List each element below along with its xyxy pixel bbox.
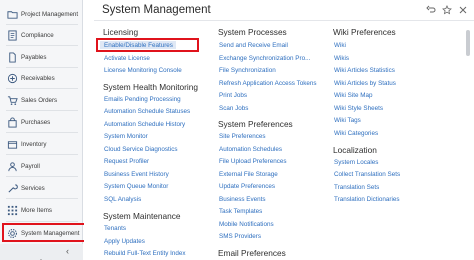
sidebar-divider	[6, 176, 78, 177]
link-scan-jobs[interactable]: Scan Jobs	[219, 105, 248, 112]
link-update-preferences[interactable]: Update Preferences	[219, 183, 275, 190]
sidebar-item-purchases[interactable]: Purchases	[0, 112, 83, 132]
link-wiki-site-map[interactable]: Wiki Site Map	[334, 92, 373, 99]
sidebar-divider	[6, 110, 78, 111]
box-icon	[7, 139, 18, 150]
link-automation-schedules[interactable]: Automation Schedules	[219, 146, 282, 153]
link-file-upload-preferences[interactable]: File Upload Preferences	[219, 158, 287, 165]
group-title-email-preferences: Email Preferences	[218, 248, 286, 258]
sidebar-item-label: More Items	[21, 206, 52, 214]
sidebar-divider	[6, 45, 78, 46]
link-site-preferences[interactable]: Site Preferences	[219, 133, 266, 140]
sidebar-item-label: Purchases	[21, 118, 51, 126]
sidebar-item-label: Inventory	[21, 140, 47, 148]
link-exchange-synchronization[interactable]: Exchange Synchronization Pro...	[219, 55, 310, 62]
link-automation-schedule-history[interactable]: Automation Schedule History	[104, 121, 185, 128]
link-external-file-storage[interactable]: External File Storage	[219, 171, 278, 178]
group-title-licensing: Licensing	[103, 27, 139, 37]
undo-icon[interactable]	[426, 5, 436, 15]
sidebar-divider	[6, 154, 78, 155]
close-icon[interactable]	[458, 5, 468, 15]
document-icon	[7, 29, 18, 41]
collapse-sidebar-button[interactable]: ‹	[66, 246, 69, 256]
link-automation-schedule-statuses[interactable]: Automation Schedule Statuses	[104, 108, 190, 115]
header-actions	[426, 5, 468, 15]
page-title: System Management	[102, 4, 211, 16]
link-apply-updates[interactable]: Apply Updates	[104, 238, 145, 245]
link-send-and-receive-email[interactable]: Send and Receive Email	[219, 42, 288, 49]
highlight-box-system-management	[2, 223, 86, 242]
link-translation-dictionaries[interactable]: Translation Dictionaries	[334, 196, 400, 203]
sidebar-item-label: Payables	[21, 53, 47, 61]
link-activate-license[interactable]: Activate License	[104, 55, 150, 62]
plus-circle-icon	[7, 73, 18, 84]
link-wiki-articles-by-status[interactable]: Wiki Articles by Status	[334, 80, 396, 87]
link-wiki-articles-statistics[interactable]: Wiki Articles Statistics	[334, 67, 395, 74]
sidebar: Project Management Compliance Payables R…	[0, 0, 83, 260]
link-system-locales[interactable]: System Locales	[334, 159, 378, 166]
link-system-queue-monitor[interactable]: System Queue Monitor	[104, 183, 168, 190]
sidebar-divider	[6, 198, 78, 199]
sidebar-item-sales-orders[interactable]: Sales Orders	[0, 90, 83, 110]
sidebar-item-project-management[interactable]: Project Management	[0, 4, 83, 24]
sidebar-item-label: Services	[21, 184, 45, 192]
link-wiki-categories[interactable]: Wiki Categories	[334, 130, 378, 137]
star-icon[interactable]	[442, 5, 452, 15]
sidebar-item-label: Sales Orders	[21, 96, 58, 104]
link-business-event-history[interactable]: Business Event History	[104, 171, 169, 178]
link-cloud-service-diagnostics[interactable]: Cloud Service Diagnostics	[104, 146, 178, 153]
group-title-system-maintenance: System Maintenance	[103, 211, 181, 221]
link-system-monitor[interactable]: System Monitor	[104, 133, 148, 140]
sidebar-item-label: Compliance	[21, 31, 54, 39]
group-title-localization: Localization	[333, 145, 377, 155]
file-icon	[7, 51, 18, 63]
bag-icon	[7, 116, 18, 128]
link-print-jobs[interactable]: Print Jobs	[219, 92, 247, 99]
sidebar-item-payroll[interactable]: Payroll	[0, 156, 83, 176]
resize-grip-icon[interactable]	[40, 252, 42, 260]
folder-icon	[7, 9, 18, 20]
sidebar-divider	[6, 221, 78, 222]
link-emails-pending-processing[interactable]: Emails Pending Processing	[104, 96, 181, 103]
sidebar-item-services[interactable]: Services	[0, 178, 83, 198]
sidebar-divider	[6, 88, 78, 89]
wrench-icon	[7, 183, 18, 194]
sidebar-divider	[6, 132, 78, 133]
link-mobile-notifications[interactable]: Mobile Notifications	[219, 221, 274, 228]
group-title-system-health-monitoring: System Health Monitoring	[103, 82, 198, 92]
group-title-system-processes: System Processes	[218, 27, 287, 37]
group-title-system-preferences: System Preferences	[218, 119, 293, 129]
person-icon	[7, 161, 18, 172]
link-request-profiler[interactable]: Request Profiler	[104, 158, 149, 165]
link-rebuild-full-text-entity-index[interactable]: Rebuild Full-Text Entity Index	[104, 250, 186, 257]
link-sql-analysis[interactable]: SQL Analysis	[104, 196, 141, 203]
link-file-synchronization[interactable]: File Synchronization	[219, 67, 276, 74]
sidebar-item-label: Receivables	[21, 74, 55, 82]
vertical-scrollbar[interactable]	[466, 30, 470, 56]
link-wiki-style-sheets[interactable]: Wiki Style Sheets	[334, 105, 383, 112]
highlight-box-enable-disable-features	[96, 38, 199, 52]
sidebar-item-label: Payroll	[21, 162, 40, 170]
link-license-monitoring-console[interactable]: License Monitoring Console	[104, 67, 182, 74]
sidebar-item-inventory[interactable]: Inventory	[0, 134, 83, 154]
cart-icon	[7, 95, 18, 106]
sidebar-item-more-items[interactable]: More Items	[0, 200, 83, 220]
link-wiki[interactable]: Wiki	[334, 42, 346, 49]
link-business-events[interactable]: Business Events	[219, 196, 266, 203]
link-wiki-tags[interactable]: Wiki Tags	[334, 117, 361, 124]
link-sms-providers[interactable]: SMS Providers	[219, 233, 261, 240]
link-wikis[interactable]: Wikis	[334, 55, 349, 62]
link-task-templates[interactable]: Task Templates	[219, 208, 262, 215]
group-title-wiki-preferences: Wiki Preferences	[333, 27, 396, 37]
link-refresh-application-access-tokens[interactable]: Refresh Application Access Tokens	[219, 80, 317, 87]
link-tenants[interactable]: Tenants	[104, 225, 126, 232]
grid-icon	[7, 205, 18, 216]
sidebar-item-label: Project Management	[21, 10, 79, 18]
sidebar-item-receivables[interactable]: Receivables	[0, 68, 83, 88]
link-collect-translation-sets[interactable]: Collect Translation Sets	[334, 171, 400, 178]
link-translation-sets[interactable]: Translation Sets	[334, 184, 379, 191]
sidebar-item-payables[interactable]: Payables	[0, 47, 83, 67]
sidebar-item-compliance[interactable]: Compliance	[0, 25, 83, 45]
title-divider	[94, 20, 474, 21]
